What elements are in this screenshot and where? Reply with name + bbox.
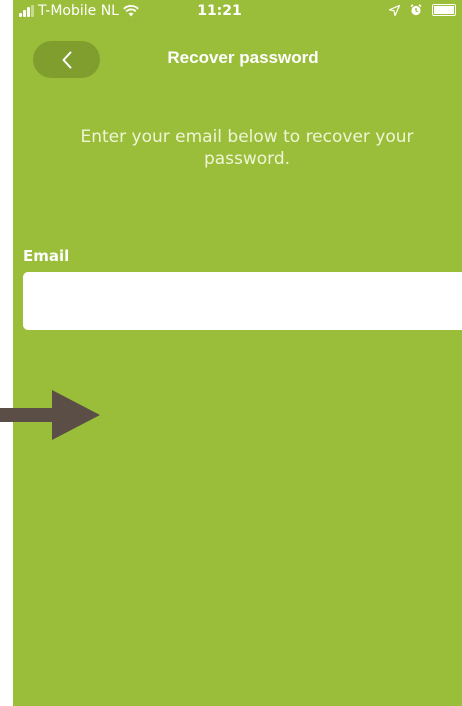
page-title: Recover password — [167, 48, 319, 67]
status-time: 11:21 — [197, 3, 242, 19]
battery-icon — [432, 4, 456, 16]
email-label: Email — [23, 247, 70, 265]
instructions-text: Enter your email below to recover your p… — [80, 127, 414, 169]
location-icon — [389, 4, 400, 16]
status-bar: T-Mobile NL 11:21 — [13, 0, 462, 26]
arrow-right-icon — [0, 390, 100, 440]
recover-password-screen: T-Mobile NL 11:21 Recover password Enter… — [13, 0, 462, 706]
back-button[interactable] — [33, 41, 100, 78]
chevron-left-icon — [62, 51, 71, 68]
status-right — [389, 4, 456, 16]
email-field[interactable] — [23, 272, 462, 330]
nav-bar: Recover password — [13, 38, 462, 80]
alarm-icon — [410, 4, 422, 16]
